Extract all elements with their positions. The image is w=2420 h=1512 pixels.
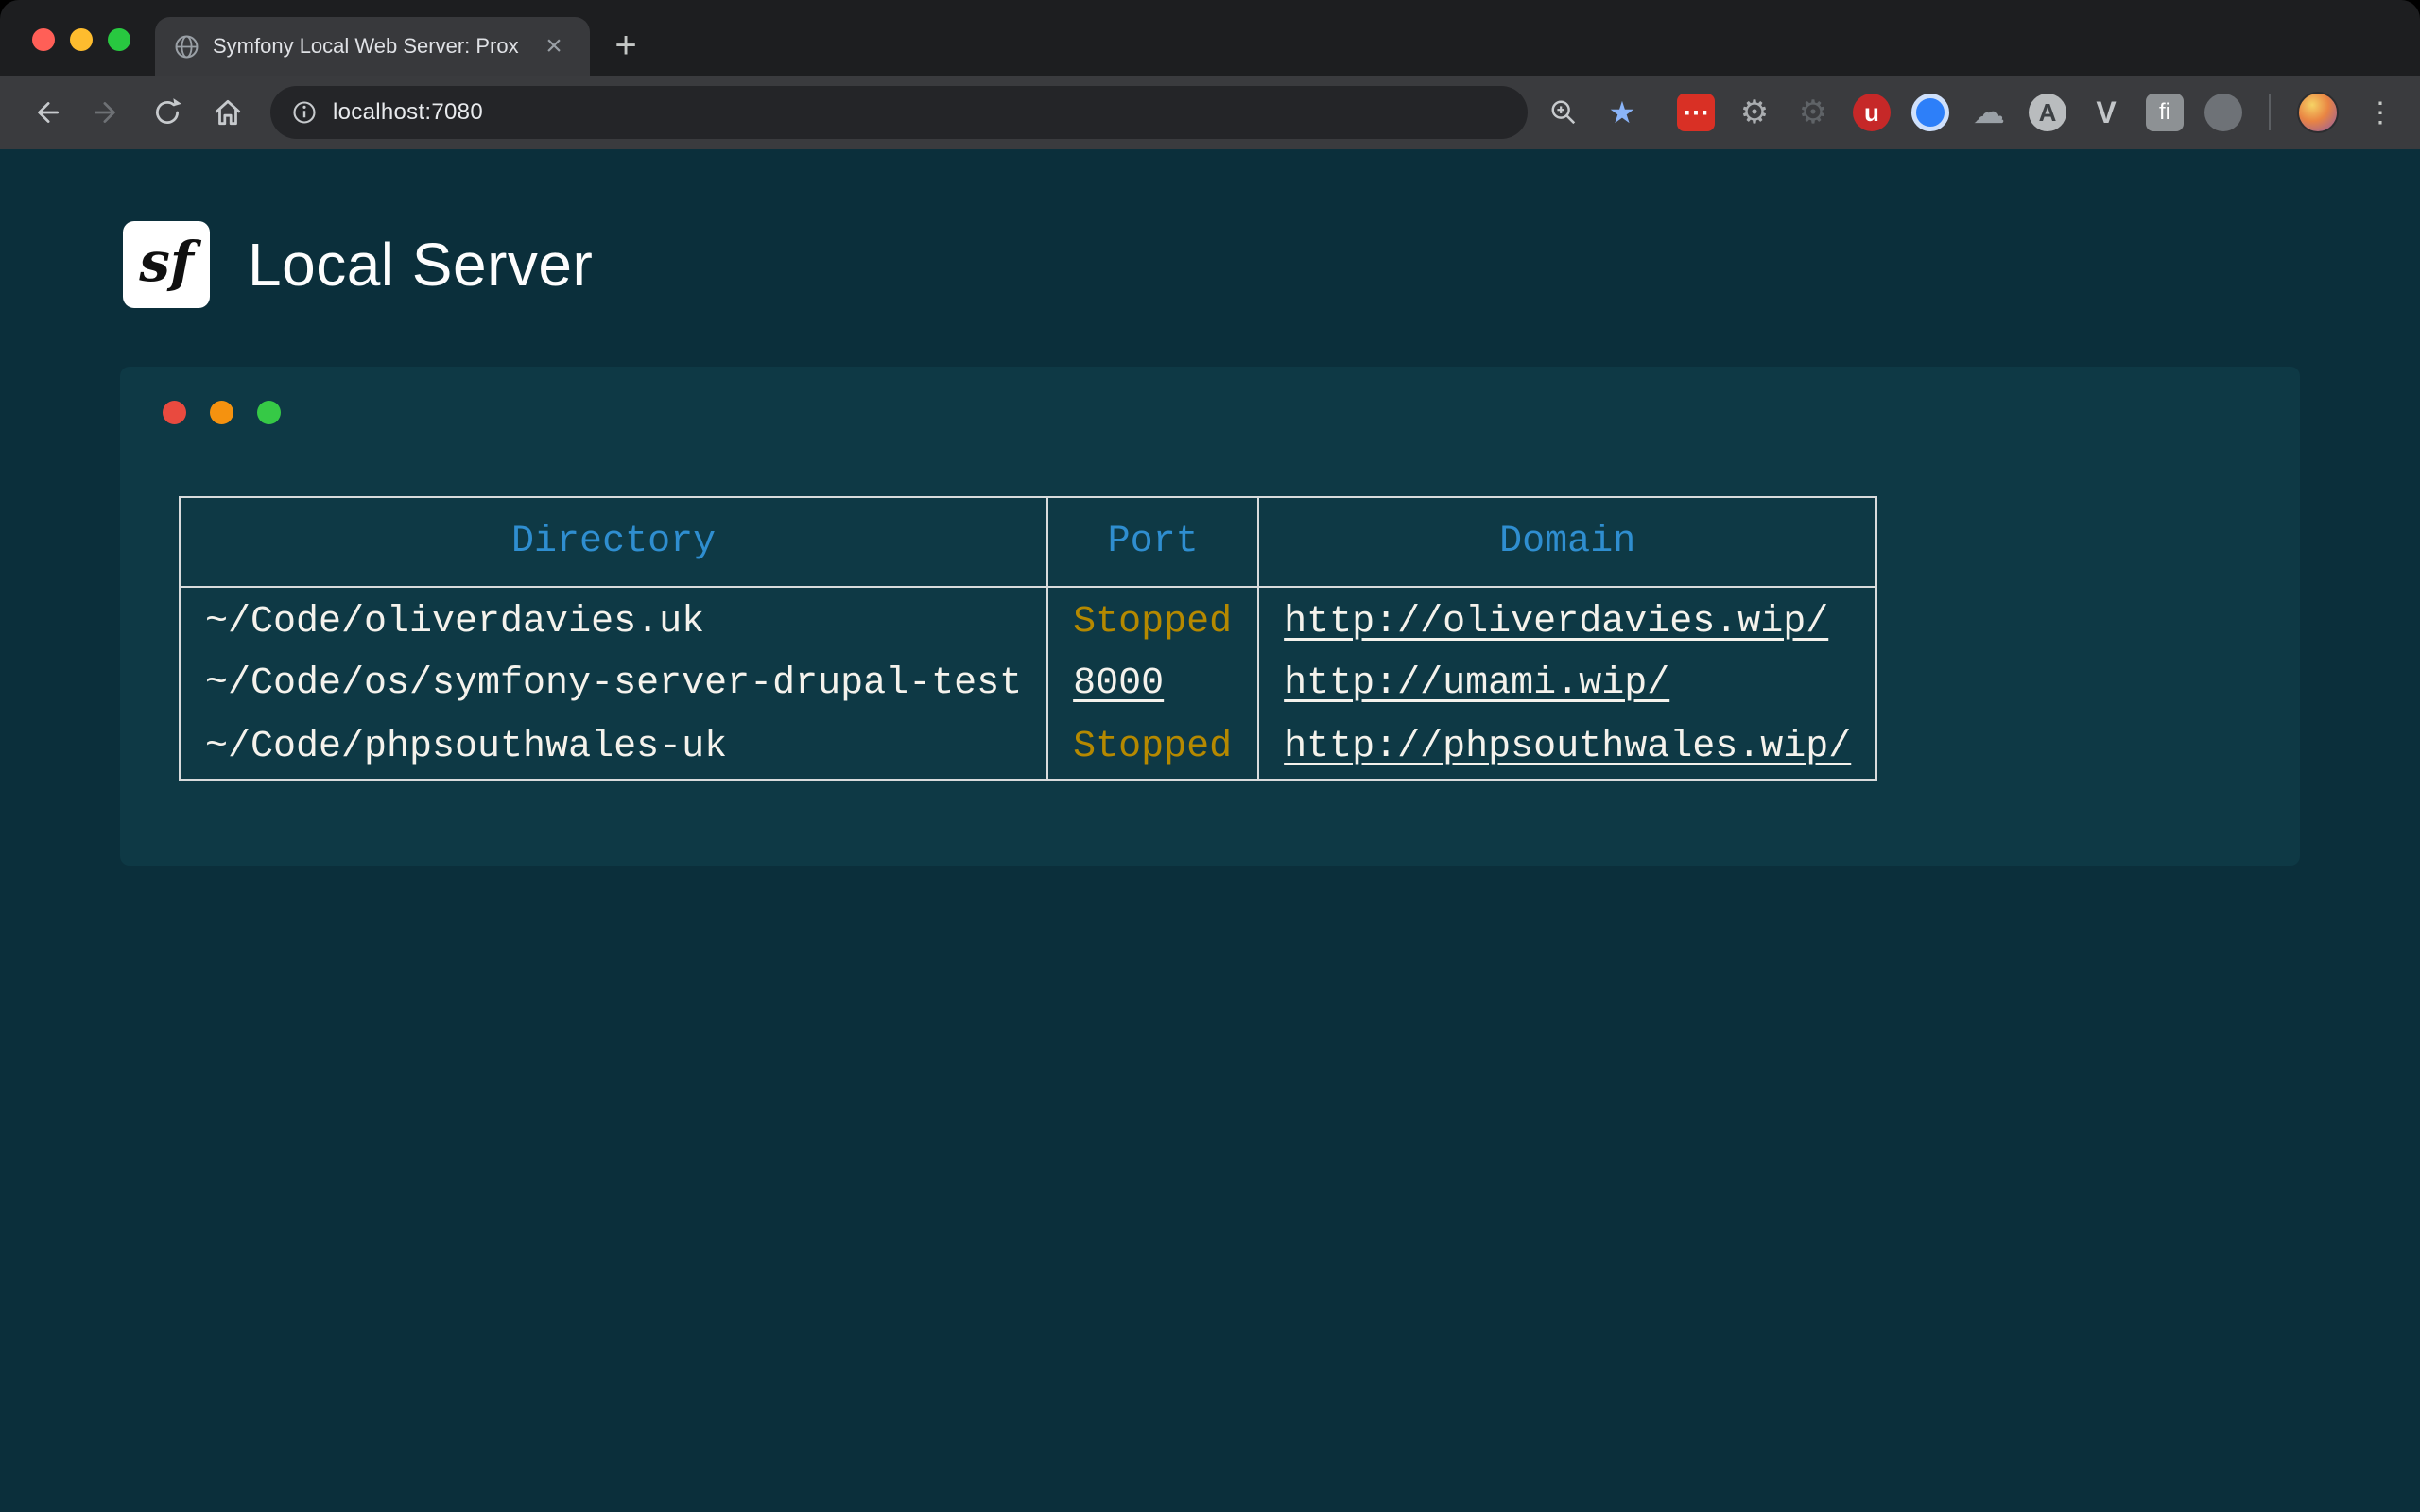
red-dots-extension-icon[interactable]: ⋯ (1677, 94, 1715, 131)
back-button[interactable] (19, 85, 74, 140)
panel-orange-dot (210, 401, 233, 424)
browser-menu-icon[interactable]: ⋮ (2360, 92, 2401, 133)
tab-favicon-globe-icon (174, 34, 199, 60)
profile-avatar[interactable] (2297, 92, 2339, 133)
a-circle-extension-icon[interactable]: A (2029, 94, 2066, 131)
url-text: localhost:7080 (333, 99, 483, 126)
toolbar-separator (2269, 94, 2271, 130)
table-row: ~/Code/os/symfony-server-drupal-test 800… (180, 651, 1876, 715)
domain-header: Domain (1258, 497, 1876, 587)
table-row: ~/Code/oliverdavies.uk Stopped http://ol… (180, 587, 1876, 651)
v-extension-icon[interactable]: V (2087, 94, 2125, 131)
symfony-logo: sf (123, 221, 210, 308)
window-zoom-button[interactable] (108, 28, 130, 51)
tab-strip: Symfony Local Web Server: Prox × + (0, 0, 2420, 76)
window-controls (32, 28, 130, 51)
new-tab-button[interactable]: + (601, 21, 650, 70)
tab-title: Symfony Local Web Server: Prox (213, 34, 524, 59)
browser-toolbar: localhost:7080 ★ ⋯ ⚙ ⚙ u ☁ A V fi ⋮ (0, 76, 2420, 149)
directory-cell: ~/Code/oliverdavies.uk (180, 587, 1047, 651)
page-title: Local Server (248, 230, 593, 300)
directory-cell: ~/Code/phpsouthwales-uk (180, 715, 1047, 780)
ublock-extension-icon[interactable]: u (1853, 94, 1891, 131)
page-header: sf Local Server (0, 149, 2420, 308)
port-link[interactable]: 8000 (1073, 662, 1164, 705)
port-status: Stopped (1073, 601, 1232, 644)
directory-header: Directory (180, 497, 1047, 587)
dark-gear-extension-icon[interactable]: ⚙ (1794, 94, 1832, 131)
window-close-button[interactable] (32, 28, 55, 51)
domain-link[interactable]: http://phpsouthwales.wip/ (1284, 726, 1851, 768)
cat-extension-icon[interactable] (2204, 94, 2242, 131)
tab-close-icon[interactable]: × (537, 29, 571, 63)
directory-cell: ~/Code/os/symfony-server-drupal-test (180, 651, 1047, 715)
domain-link[interactable]: http://oliverdavies.wip/ (1284, 601, 1828, 644)
zoom-icon[interactable] (1541, 90, 1586, 135)
domain-link[interactable]: http://umami.wip/ (1284, 662, 1669, 705)
panel-window-dots (120, 367, 2300, 424)
panel-green-dot (257, 401, 281, 424)
fi-extension-icon[interactable]: fi (2146, 94, 2184, 131)
cloud-extension-icon[interactable]: ☁ (1970, 94, 2008, 131)
servers-table: Directory Port Domain ~/Code/oliverdavie… (179, 496, 1877, 781)
symfony-logo-glyph: sf (139, 230, 194, 294)
server-panel: Directory Port Domain ~/Code/oliverdavie… (120, 367, 2300, 866)
browser-tab[interactable]: Symfony Local Web Server: Prox × (155, 17, 590, 76)
extensions-cluster: ⋯ ⚙ ⚙ u ☁ A V fi ⋮ (1677, 92, 2401, 133)
table-header-row: Directory Port Domain (180, 497, 1876, 587)
panel-red-dot (163, 401, 186, 424)
reload-button[interactable] (140, 85, 195, 140)
address-bar[interactable]: localhost:7080 (270, 86, 1528, 139)
port-header: Port (1047, 497, 1258, 587)
gear-extension-icon[interactable]: ⚙ (1736, 94, 1773, 131)
site-info-icon[interactable] (291, 99, 318, 126)
page-content: sf Local Server Directory Port Domain (0, 149, 2420, 1512)
browser-window: Symfony Local Web Server: Prox × + (0, 0, 2420, 1512)
forward-button[interactable] (79, 85, 134, 140)
table-row: ~/Code/phpsouthwales-uk Stopped http://p… (180, 715, 1876, 780)
home-button[interactable] (200, 85, 255, 140)
blue-circle-extension-icon[interactable] (1911, 94, 1949, 131)
window-minimize-button[interactable] (70, 28, 93, 51)
port-status: Stopped (1073, 726, 1232, 768)
bookmark-star-icon[interactable]: ★ (1599, 90, 1645, 135)
